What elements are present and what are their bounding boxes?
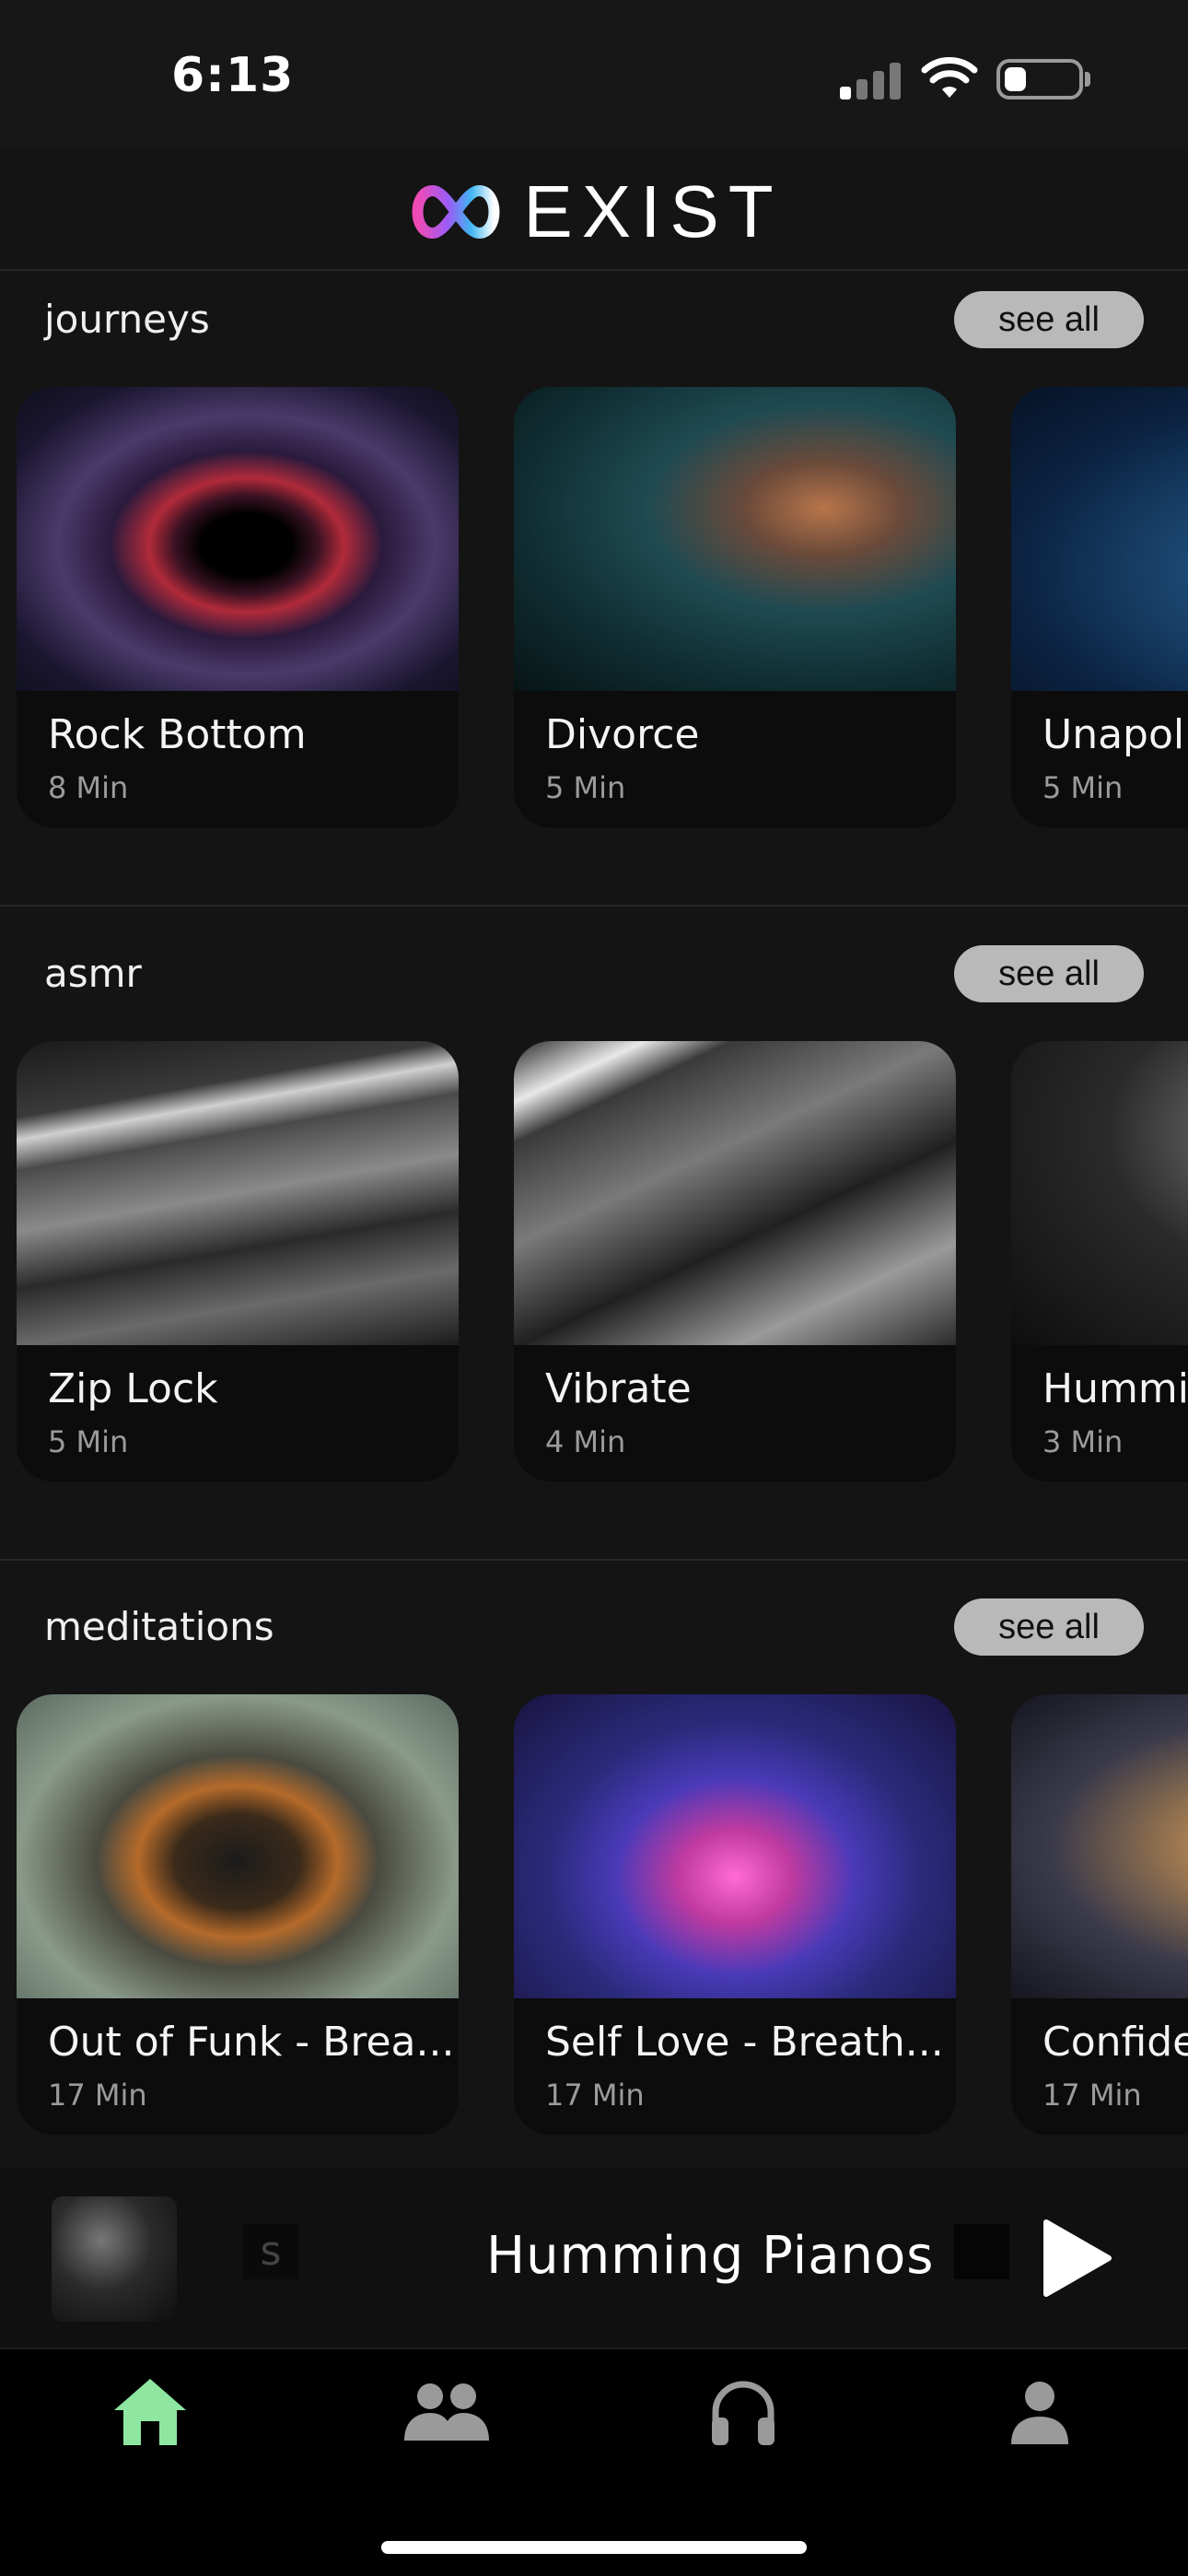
card-artwork (17, 1694, 459, 1998)
card-title: Self Love - Breath... (545, 2019, 944, 2066)
section-title: asmr (44, 951, 142, 996)
section-meditations: meditations see all Out of Funk - Brea..… (0, 1576, 1188, 2221)
card-info: Confide 17 Min (1011, 1998, 1188, 2135)
content-card[interactable]: Rock Bottom 8 Min (17, 387, 459, 827)
card-title: Zip Lock (48, 1365, 218, 1412)
see-all-button[interactable]: see all (954, 291, 1144, 348)
card-artwork (514, 1694, 956, 1998)
battery-icon (996, 59, 1083, 100)
content-card[interactable]: Unapol 5 Min (1011, 387, 1188, 827)
card-artwork (1011, 1694, 1188, 1998)
play-icon (1043, 2219, 1112, 2297)
card-artwork (17, 387, 459, 691)
card-duration: 5 Min (48, 1424, 129, 1459)
content-card[interactable]: Hummi 3 Min (1011, 1041, 1188, 1481)
content-card[interactable]: Zip Lock 5 Min (17, 1041, 459, 1481)
infinity-icon (412, 184, 500, 240)
headphones-icon (712, 2381, 775, 2445)
wifi-icon (921, 57, 978, 98)
card-duration: 4 Min (545, 1424, 626, 1459)
now-playing-scroll-text: s (243, 2224, 298, 2279)
section-journeys: journeys see all Rock Bottom 8 Min Divor… (0, 269, 1188, 914)
card-title: Rock Bottom (48, 711, 307, 758)
section-title: journeys (44, 297, 210, 342)
community-icon (404, 2383, 489, 2441)
card-artwork (1011, 387, 1188, 691)
card-artwork (514, 1041, 956, 1345)
card-info: Vibrate 4 Min (514, 1345, 956, 1481)
content-card[interactable]: Out of Funk - Brea... 17 Min (17, 1694, 459, 2135)
tab-home[interactable] (99, 2366, 201, 2458)
now-playing-artwork[interactable] (52, 2196, 177, 2322)
card-info: Divorce 5 Min (514, 691, 956, 827)
content-card[interactable]: Vibrate 4 Min (514, 1041, 956, 1481)
card-info: Self Love - Breath... 17 Min (514, 1998, 956, 2135)
card-duration: 8 Min (48, 770, 129, 805)
now-playing-bar[interactable]: s Humming Pianos (0, 2169, 1188, 2348)
card-info: Zip Lock 5 Min (17, 1345, 459, 1481)
card-info: Unapol 5 Min (1011, 691, 1188, 827)
app-logo: EXIST (0, 166, 1188, 258)
tab-community[interactable] (396, 2366, 497, 2458)
battery-cap (1085, 72, 1090, 87)
card-info: Rock Bottom 8 Min (17, 691, 459, 827)
card-row[interactable]: Zip Lock 5 Min Vibrate 4 Min Hummi 3 Min (0, 1041, 1188, 1483)
card-duration: 5 Min (1042, 770, 1124, 805)
home-indicator[interactable] (381, 2541, 807, 2554)
content-card[interactable]: Divorce 5 Min (514, 387, 956, 827)
card-title: Confide (1042, 2019, 1188, 2066)
title-fade (954, 2224, 1009, 2279)
card-title: Divorce (545, 711, 700, 758)
card-info: Hummi 3 Min (1011, 1345, 1188, 1481)
section-asmr: asmr see all Zip Lock 5 Min Vibrate 4 Mi… (0, 923, 1188, 1568)
now-playing-title[interactable]: Humming Pianos (486, 2226, 934, 2286)
section-title: meditations (44, 1604, 274, 1649)
card-artwork (514, 387, 956, 691)
play-button[interactable] (1031, 2217, 1114, 2300)
see-all-button[interactable]: see all (954, 945, 1144, 1002)
logo-text: EXIST (523, 170, 783, 252)
content-card[interactable]: Self Love - Breath... 17 Min (514, 1694, 956, 2135)
cellular-signal-icon (840, 61, 904, 100)
content-card[interactable]: Confide 17 Min (1011, 1694, 1188, 2135)
card-row[interactable]: Rock Bottom 8 Min Divorce 5 Min Unapol 5… (0, 387, 1188, 829)
home-icon (114, 2379, 186, 2445)
card-row[interactable]: Out of Funk - Brea... 17 Min Self Love -… (0, 1694, 1188, 2137)
card-duration: 17 Min (545, 2078, 645, 2113)
status-bar: 6:13 (0, 0, 1188, 147)
card-duration: 3 Min (1042, 1424, 1124, 1459)
tab-listen[interactable] (693, 2366, 794, 2458)
battery-level (1005, 67, 1026, 91)
divider (0, 1559, 1188, 1561)
card-title: Hummi (1042, 1365, 1188, 1412)
card-duration: 17 Min (1042, 2078, 1142, 2113)
card-info: Out of Funk - Brea... 17 Min (17, 1998, 459, 2135)
profile-icon (1011, 2382, 1068, 2444)
card-title: Unapol (1042, 711, 1185, 758)
divider (0, 905, 1188, 907)
card-duration: 17 Min (48, 2078, 147, 2113)
tab-profile[interactable] (989, 2366, 1090, 2458)
card-artwork (1011, 1041, 1188, 1345)
status-time: 6:13 (171, 48, 295, 103)
card-title: Out of Funk - Brea... (48, 2019, 455, 2066)
card-artwork (17, 1041, 459, 1345)
see-all-button[interactable]: see all (954, 1598, 1144, 1656)
card-duration: 5 Min (545, 770, 626, 805)
card-title: Vibrate (545, 1365, 692, 1412)
